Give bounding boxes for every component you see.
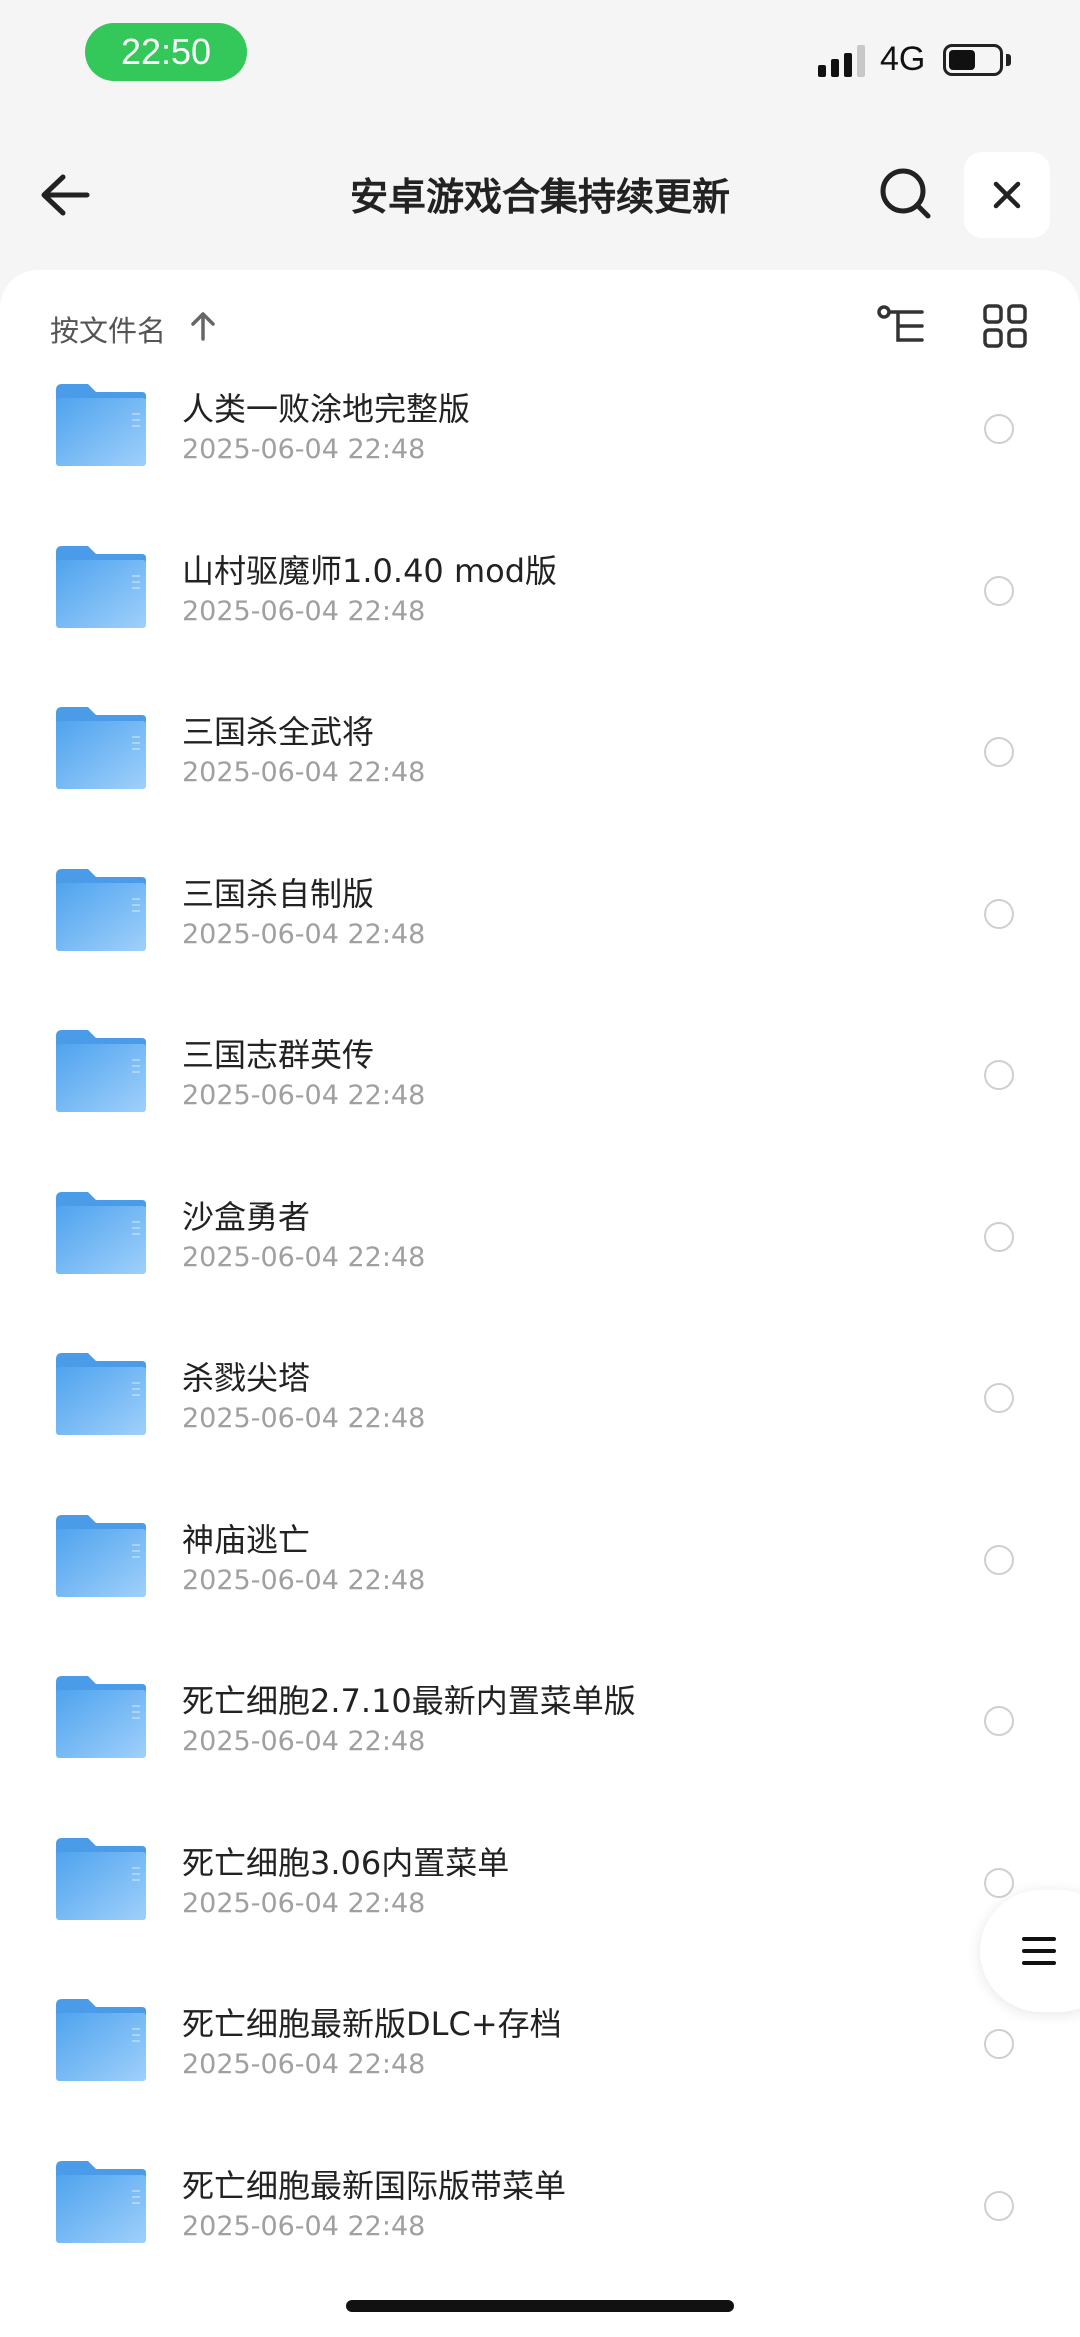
file-name: 死亡细胞2.7.10最新内置菜单版	[182, 1682, 636, 1720]
arrow-up-icon	[191, 312, 215, 341]
sort-by-filename-button[interactable]: 按文件名	[50, 308, 166, 350]
file-date: 2025-06-04 22:48	[182, 1887, 426, 1919]
file-date: 2025-06-04 22:48	[182, 1564, 426, 1596]
file-date: 2025-06-04 22:48	[182, 1080, 426, 1111]
arrow-left-icon	[41, 174, 90, 216]
folder-icon	[54, 1190, 148, 1276]
folder-icon	[54, 544, 148, 630]
file-name: 死亡细胞最新版DLC+存档	[182, 2005, 562, 2043]
list-item[interactable]: 三国杀全武将 2025-06-04 22:48	[0, 695, 1080, 857]
folder-icon	[54, 1513, 148, 1599]
grid-view-button[interactable]	[978, 300, 1032, 352]
file-name: 三国杀自制版	[182, 874, 375, 913]
close-icon	[993, 181, 1021, 209]
folder-icon	[54, 867, 148, 953]
list-item[interactable]: 人类一败涂地完整版 2025-06-04 22:48	[0, 372, 1080, 534]
page-title: 安卓游戏合集持续更新	[349, 175, 730, 219]
back-button[interactable]	[30, 160, 100, 230]
folder-icon	[54, 382, 148, 468]
close-button[interactable]	[964, 152, 1050, 238]
list-item[interactable]: 三国志群英传 2025-06-04 22:48	[0, 1018, 1080, 1180]
status-time: 22:50	[85, 23, 247, 81]
select-radio[interactable]	[984, 1867, 1014, 1898]
select-radio[interactable]	[984, 898, 1014, 929]
list-item[interactable]: 死亡细胞最新版DLC+存档 2025-06-04 22:48	[0, 1987, 1080, 2149]
file-name: 杀戮尖塔	[182, 1359, 311, 1397]
status-bar: 22:50 4G	[0, 0, 1080, 110]
select-radio[interactable]	[984, 1706, 1014, 1736]
file-date: 2025-06-04 22:48	[182, 2049, 426, 2080]
list-item[interactable]: 死亡细胞最新国际版带菜单 2025-06-04 22:48	[0, 2149, 1080, 2311]
folder-icon	[54, 2159, 148, 2245]
search-button[interactable]	[870, 158, 940, 228]
grid-view-icon	[983, 304, 1027, 348]
folder-icon	[54, 1028, 148, 1114]
select-radio[interactable]	[984, 414, 1014, 444]
list-item[interactable]: 杀戮尖塔 2025-06-04 22:48	[0, 1341, 1080, 1503]
nav-bar: 安卓游戏合集持续更新	[0, 140, 1080, 250]
network-type: 4G	[880, 40, 926, 78]
list-item[interactable]: 山村驱魔师1.0.40 mod版 2025-06-04 22:48	[0, 534, 1080, 696]
file-date: 2025-06-04 22:48	[182, 1726, 426, 1757]
sort-bar: 按文件名	[0, 270, 1080, 380]
list-item[interactable]: 三国杀自制版 2025-06-04 22:48	[0, 857, 1080, 1019]
list-item[interactable]: 神庙逃亡 2025-06-04 22:48	[0, 1503, 1080, 1665]
select-radio[interactable]	[984, 2029, 1014, 2059]
file-date: 2025-06-04 22:48	[182, 595, 426, 627]
folder-icon	[54, 1997, 148, 2083]
file-date: 2025-06-04 22:48	[182, 434, 426, 465]
battery-cap	[1006, 54, 1011, 66]
file-list: 人类一败涂地完整版 2025-06-04 22:48 山村驱魔师1.0.40 m…	[0, 372, 1080, 2310]
sort-direction-button[interactable]	[186, 306, 220, 346]
list-item[interactable]: 沙盒勇者 2025-06-04 22:48	[0, 1180, 1080, 1342]
tree-view-icon	[877, 305, 924, 342]
folder-icon	[54, 1351, 148, 1437]
file-date: 2025-06-04 22:48	[182, 757, 426, 788]
folder-icon	[54, 1836, 148, 1922]
file-name: 神庙逃亡	[182, 1520, 311, 1559]
list-item[interactable]: 死亡细胞2.7.10最新内置菜单版 2025-06-04 22:48	[0, 1664, 1080, 1826]
menu-lines-icon	[1022, 1937, 1056, 1965]
file-date: 2025-06-04 22:48	[182, 2210, 426, 2242]
tree-view-button[interactable]	[872, 300, 932, 352]
file-name: 三国志群英传	[182, 1036, 375, 1074]
file-name: 人类一败涂地完整版	[182, 390, 471, 428]
file-name: 死亡细胞最新国际版带菜单	[182, 2166, 567, 2205]
folder-icon	[54, 1674, 148, 1760]
select-radio[interactable]	[984, 2190, 1014, 2221]
select-radio[interactable]	[984, 1060, 1014, 1090]
signal-icon	[818, 45, 865, 77]
folder-icon	[54, 705, 148, 791]
select-radio[interactable]	[984, 1544, 1014, 1575]
select-radio[interactable]	[984, 1221, 1014, 1252]
list-item[interactable]: 死亡细胞3.06内置菜单 2025-06-04 22:48	[0, 1826, 1080, 1988]
select-radio[interactable]	[984, 1383, 1014, 1413]
search-icon	[880, 168, 931, 219]
file-date: 2025-06-04 22:48	[182, 918, 426, 950]
select-radio[interactable]	[984, 575, 1014, 606]
battery-icon	[943, 44, 1003, 76]
file-list-panel: 按文件名 人类一败涂地完整版 2025-06-04 22:48 山村驱魔师1.0…	[0, 270, 1080, 2337]
file-name: 死亡细胞3.06内置菜单	[182, 1843, 510, 1882]
file-date: 2025-06-04 22:48	[182, 1241, 426, 1273]
battery-level	[949, 50, 976, 70]
home-indicator	[346, 2300, 734, 2312]
select-radio[interactable]	[984, 737, 1014, 767]
file-date: 2025-06-04 22:48	[182, 1403, 426, 1434]
file-name: 三国杀全武将	[182, 713, 375, 751]
file-name: 沙盒勇者	[182, 1197, 311, 1236]
file-name: 山村驱魔师1.0.40 mod版	[182, 551, 558, 590]
